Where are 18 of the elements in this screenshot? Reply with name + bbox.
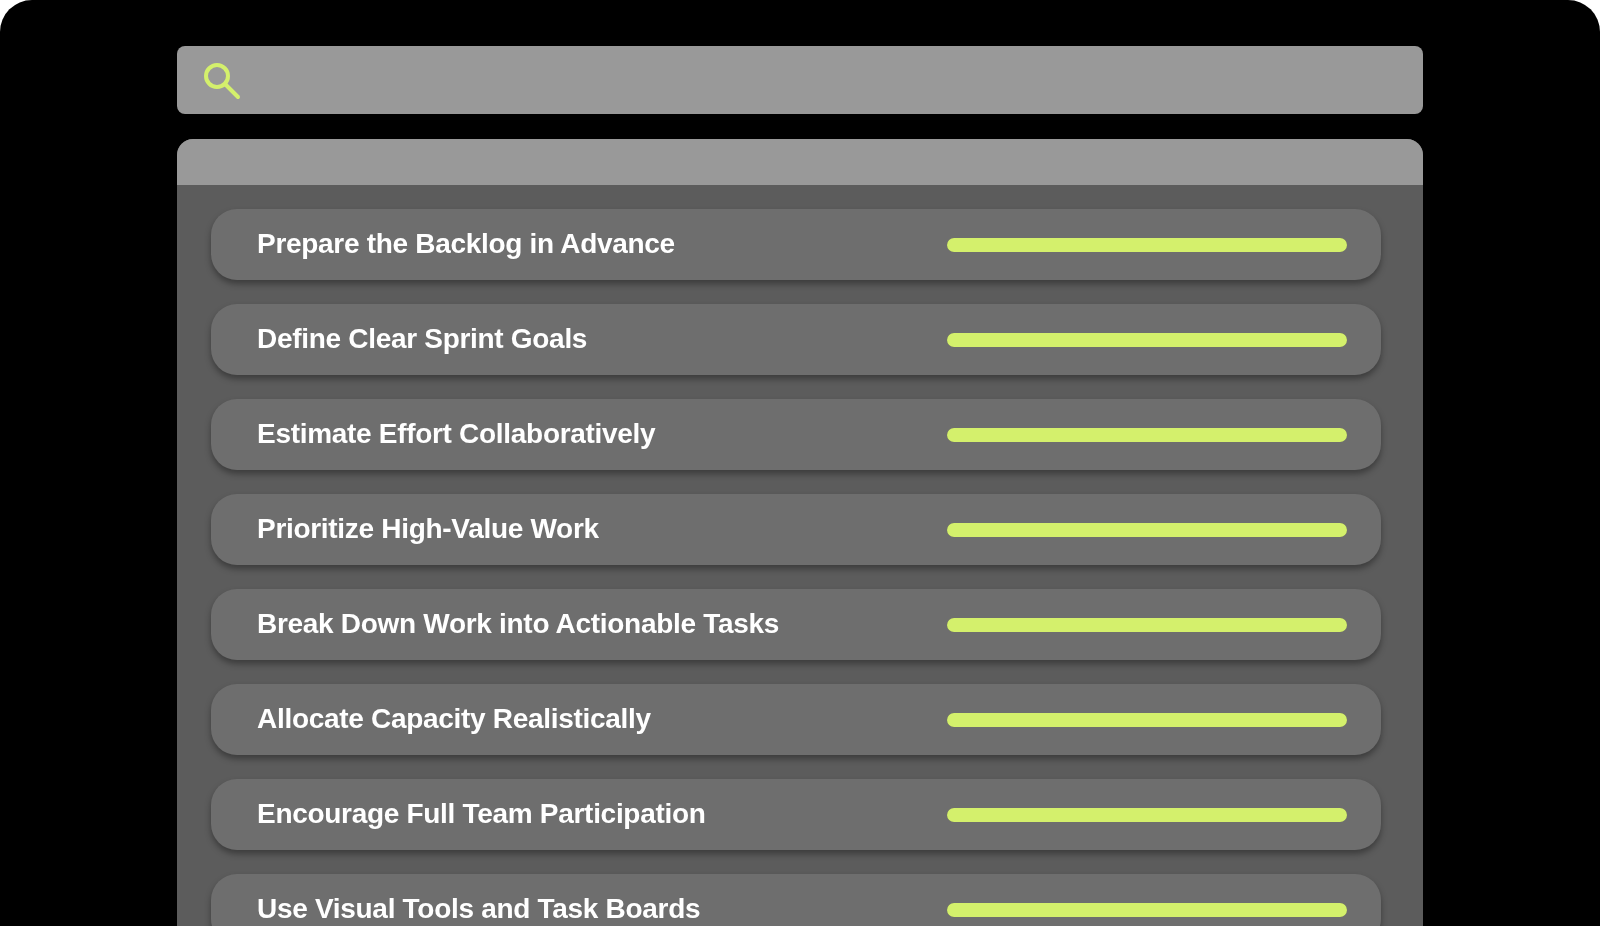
item-label: Break Down Work into Actionable Tasks (257, 609, 780, 640)
item-label: Prepare the Backlog in Advance (257, 229, 675, 260)
list-item[interactable]: Define Clear Sprint Goals (211, 304, 1381, 375)
list-item[interactable]: Allocate Capacity Realistically (211, 684, 1381, 755)
list-item[interactable]: Prioritize High-Value Work (211, 494, 1381, 565)
list-item[interactable]: Estimate Effort Collaboratively (211, 399, 1381, 470)
item-label: Define Clear Sprint Goals (257, 324, 588, 355)
item-label: Use Visual Tools and Task Boards (257, 894, 701, 925)
search-field[interactable] (177, 46, 1423, 114)
list-item[interactable]: Prepare the Backlog in Advance (211, 209, 1381, 280)
list-item[interactable]: Use Visual Tools and Task Boards (211, 874, 1381, 926)
item-label: Allocate Capacity Realistically (257, 704, 651, 735)
search-icon (201, 60, 241, 100)
list-item[interactable]: Encourage Full Team Participation (211, 779, 1381, 850)
item-label: Prioritize High-Value Work (257, 514, 599, 545)
item-label: Encourage Full Team Participation (257, 799, 706, 830)
item-label: Estimate Effort Collaboratively (257, 419, 656, 450)
list-item[interactable]: Break Down Work into Actionable Tasks (211, 589, 1381, 660)
